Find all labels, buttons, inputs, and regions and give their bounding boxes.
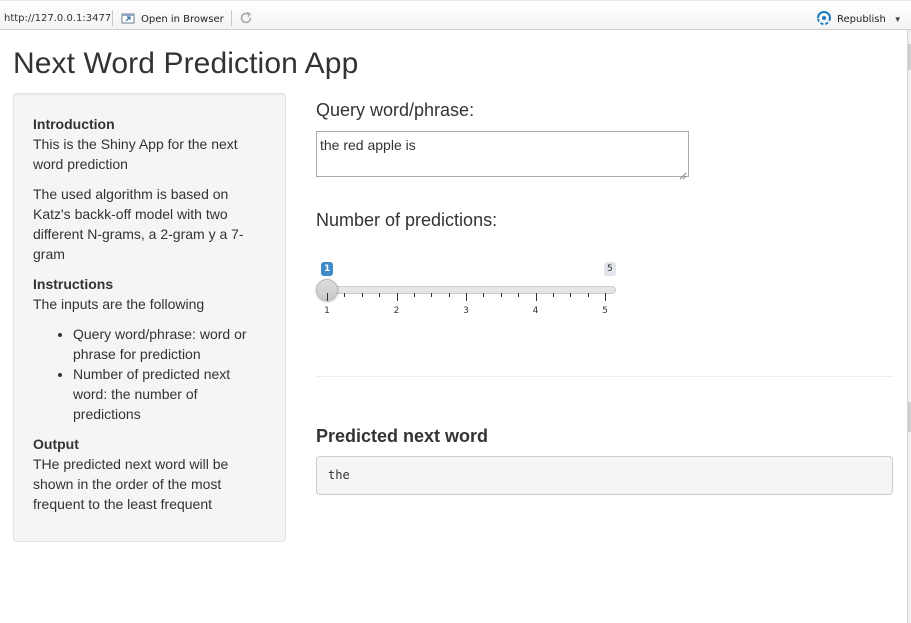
republish-button[interactable]: Republish ▼ bbox=[816, 10, 902, 28]
toolbar-separator bbox=[231, 10, 232, 26]
viewer-toolbar: http://127.0.0.1:3477 Open in Browser Re… bbox=[0, 0, 911, 30]
slider-major-tick bbox=[396, 293, 398, 301]
slider-minor-tick bbox=[587, 293, 589, 297]
open-in-browser-button[interactable]: Open in Browser bbox=[120, 11, 224, 27]
url-display[interactable]: http://127.0.0.1:3477 bbox=[4, 13, 111, 24]
slider-max-badge: 5 bbox=[604, 262, 616, 276]
slider-major-tick bbox=[466, 293, 467, 301]
prediction-output: the bbox=[316, 456, 893, 495]
toolbar-separator bbox=[112, 10, 113, 26]
slider-major-tick bbox=[327, 293, 328, 301]
slider-track[interactable] bbox=[326, 286, 616, 294]
divider bbox=[316, 376, 893, 377]
algorithm-text: The used algorithm is based on Katz's ba… bbox=[33, 186, 244, 262]
slider-tick-label: 4 bbox=[532, 306, 539, 316]
query-input[interactable]: the red apple is bbox=[316, 131, 689, 180]
sidebar-panel: Introduction This is the Shiny App for t… bbox=[13, 93, 286, 542]
num-predictions-label: Number of predictions: bbox=[316, 210, 498, 230]
introduction-text: This is the Shiny App for the next word … bbox=[33, 136, 238, 172]
list-item: Query word/phrase: word or phrase for pr… bbox=[73, 324, 266, 364]
instructions-list: Query word/phrase: word or phrase for pr… bbox=[33, 324, 266, 424]
slider-minor-tick bbox=[570, 293, 572, 297]
refresh-icon[interactable] bbox=[238, 10, 254, 26]
list-item: Number of predicted next word: the numbe… bbox=[73, 364, 266, 424]
vertical-scrollbar[interactable] bbox=[907, 30, 911, 623]
slider-minor-tick bbox=[361, 293, 363, 297]
republish-label: Republish bbox=[837, 13, 886, 25]
slider-minor-tick bbox=[431, 293, 433, 297]
slider-major-tick bbox=[605, 293, 606, 301]
slider-tick-label: 1 bbox=[324, 306, 330, 316]
output-text: THe predicted next word will be shown in… bbox=[33, 456, 229, 512]
slider-value-badge: 1 bbox=[321, 262, 334, 276]
query-value: the red apple is bbox=[320, 137, 416, 153]
page-title: Next Word Prediction App bbox=[13, 47, 359, 80]
publish-icon bbox=[816, 10, 832, 28]
slider-major-tick bbox=[535, 293, 537, 301]
prediction-label: Predicted next word bbox=[316, 426, 489, 446]
slider-tick-label: 3 bbox=[463, 306, 469, 316]
chevron-down-icon: ▼ bbox=[893, 14, 902, 24]
instructions-heading: Instructions bbox=[33, 276, 114, 292]
slider-minor-tick bbox=[413, 293, 415, 297]
num-predictions-slider[interactable]: 1 5 1 2 3 4 5 bbox=[316, 258, 616, 320]
slider-minor-tick bbox=[448, 293, 450, 297]
query-label: Query word/phrase: bbox=[316, 100, 475, 120]
slider-minor-tick bbox=[518, 293, 520, 297]
slider-minor-tick bbox=[500, 293, 502, 297]
open-in-browser-icon bbox=[120, 11, 136, 28]
slider-minor-tick bbox=[344, 293, 346, 297]
instructions-text: The inputs are the following bbox=[33, 296, 205, 312]
output-heading: Output bbox=[33, 436, 79, 452]
open-in-browser-label: Open in Browser bbox=[141, 13, 224, 25]
slider-minor-tick bbox=[552, 293, 554, 297]
introduction-heading: Introduction bbox=[33, 116, 115, 132]
resize-grip-icon[interactable] bbox=[679, 167, 687, 180]
slider-minor-tick bbox=[379, 293, 381, 297]
slider-tick-label: 5 bbox=[602, 306, 608, 316]
slider-minor-tick bbox=[483, 293, 485, 297]
slider-tick-label: 2 bbox=[393, 306, 400, 316]
